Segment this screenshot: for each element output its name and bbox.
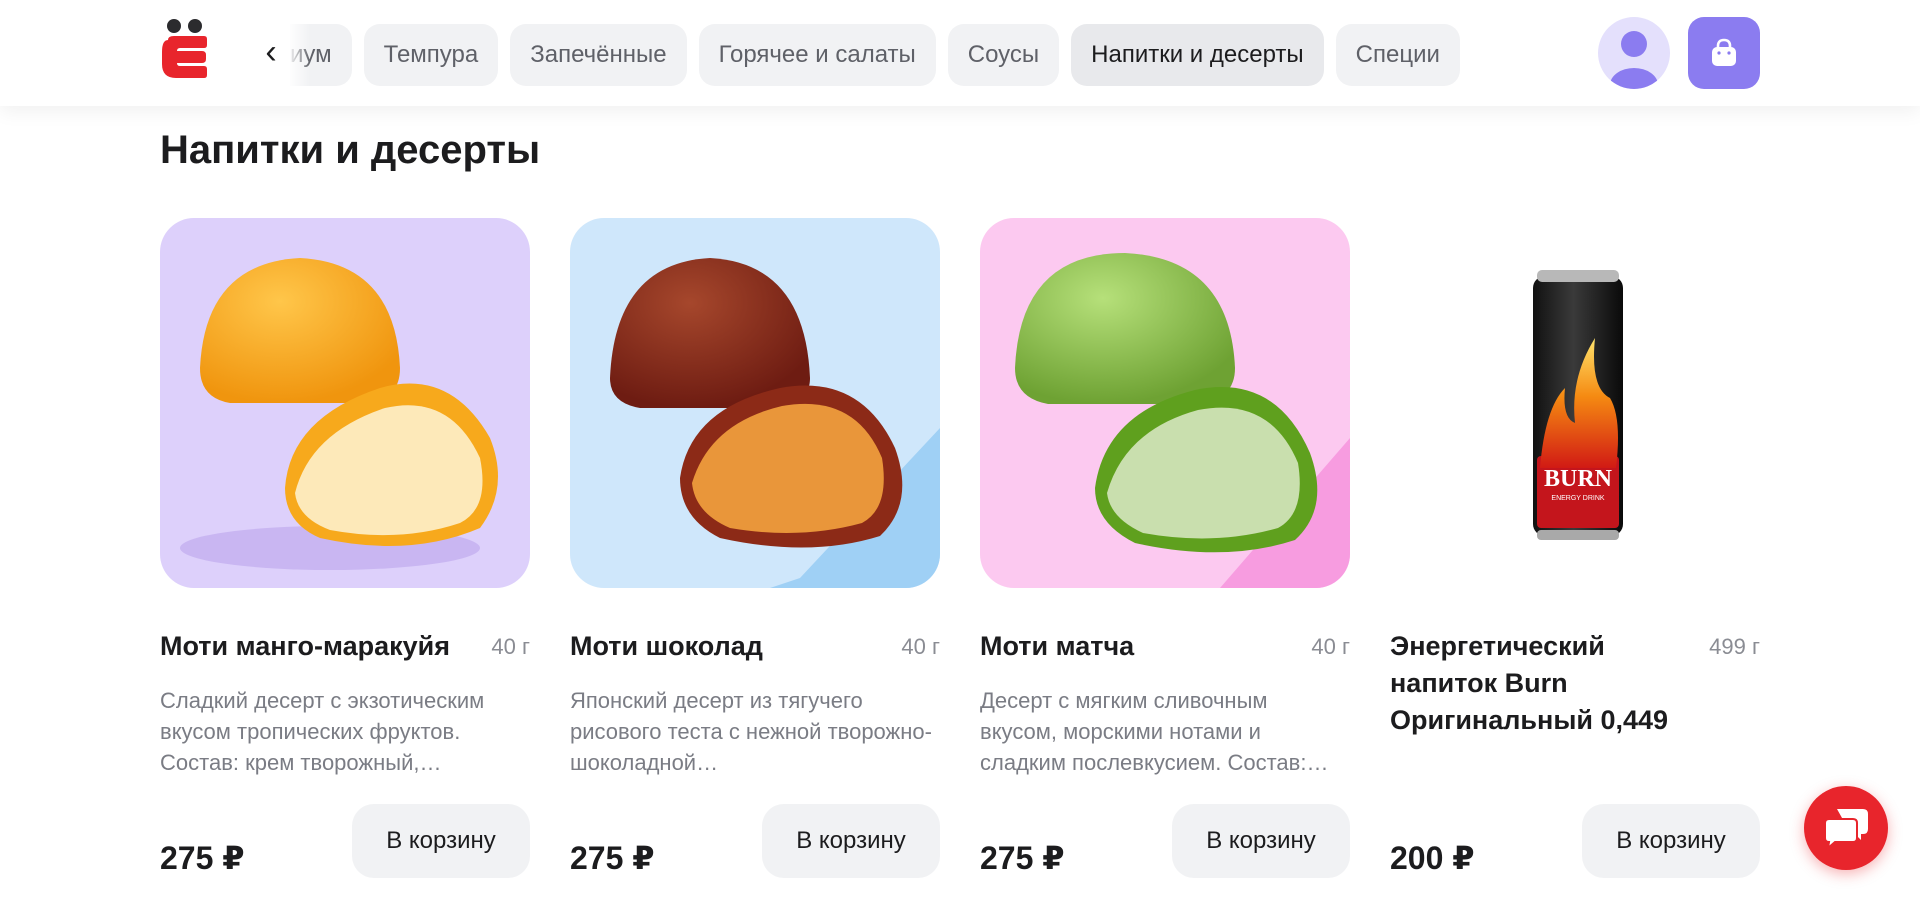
product-price: 275 ₽ <box>570 840 655 876</box>
tabs-back-arrow[interactable]: ‹ <box>255 32 287 72</box>
burn-can-image: BURN ENERGY DRINK <box>1533 270 1623 540</box>
product-card: Моти манго-маракуйя 40 г Сладкий десерт … <box>160 218 530 898</box>
product-image[interactable]: BURN ENERGY DRINK <box>1390 218 1760 588</box>
add-to-cart-button[interactable]: В корзину <box>1172 804 1350 878</box>
product-image[interactable] <box>570 218 940 588</box>
profile-button[interactable] <box>1598 17 1670 89</box>
chat-bubbles-icon <box>1824 809 1868 851</box>
tab-hot-and-salads[interactable]: Горячее и салаты <box>698 24 936 86</box>
product-name[interactable]: Моти шоколад <box>570 628 763 665</box>
product-card: Моти шоколад 40 г Японский десерт из тяг… <box>570 218 940 898</box>
mochi-chocolate-image <box>610 258 940 588</box>
shopping-bag-icon <box>1712 38 1736 66</box>
tab-spices[interactable]: Специи <box>1335 24 1460 86</box>
product-price: 275 ₽ <box>980 840 1065 876</box>
product-description: Японский десерт из тягучего рисового тес… <box>570 688 932 775</box>
product-image[interactable] <box>160 218 530 588</box>
tab-drinks-and-desserts[interactable]: Напитки и десерты <box>1071 24 1324 86</box>
tab-sauces[interactable]: Соусы <box>947 24 1060 86</box>
can-subtext: ENERGY DRINK <box>1551 495 1604 502</box>
product-description: Сладкий десерт с экзотическим вкусом тро… <box>160 688 485 775</box>
user-icon <box>1610 31 1658 89</box>
product-weight: 40 г <box>491 634 530 659</box>
tab-baked[interactable]: Запечённые <box>510 24 687 86</box>
product-card: Моти матча 40 г Десерт с мягким сливочны… <box>980 218 1350 898</box>
can-brand-text: BURN <box>1544 466 1613 492</box>
mochi-mango-image <box>180 258 498 570</box>
tab-tempura[interactable]: Темпура <box>363 24 499 86</box>
add-to-cart-button[interactable]: В корзину <box>762 804 940 878</box>
product-price: 200 ₽ <box>1390 840 1475 876</box>
add-to-cart-button[interactable]: В корзину <box>1582 804 1760 878</box>
product-weight: 40 г <box>1311 634 1350 659</box>
tabs-fade <box>288 24 310 86</box>
product-name[interactable]: Моти манго-маракуйя <box>160 628 450 665</box>
product-image[interactable] <box>980 218 1350 588</box>
section-title: Напитки и десерты <box>160 128 541 172</box>
mochi-matcha-image <box>1015 253 1350 588</box>
support-chat-button[interactable] <box>1804 786 1888 870</box>
cart-button[interactable] <box>1688 17 1760 89</box>
product-price: 275 ₽ <box>160 840 245 876</box>
product-weight: 40 г <box>901 634 940 659</box>
logo[interactable] <box>160 18 210 88</box>
product-weight: 499 г <box>1709 634 1760 659</box>
top-bar: ‹ иум Темпура Запечённые Горячее и салат… <box>0 0 1920 106</box>
chevron-left-icon: ‹ <box>265 32 277 71</box>
add-to-cart-button[interactable]: В корзину <box>352 804 530 878</box>
product-description: Десерт с мягким сливочным вкусом, морски… <box>980 688 1329 775</box>
product-name[interactable]: Энергетический напиток Burn Оригинальный… <box>1390 628 1690 739</box>
product-card: BURN ENERGY DRINK Энергетический напиток… <box>1390 218 1760 898</box>
product-name[interactable]: Моти матча <box>980 628 1134 665</box>
category-tabs: иум Темпура Запечённые Горячее и салаты … <box>290 24 1520 86</box>
